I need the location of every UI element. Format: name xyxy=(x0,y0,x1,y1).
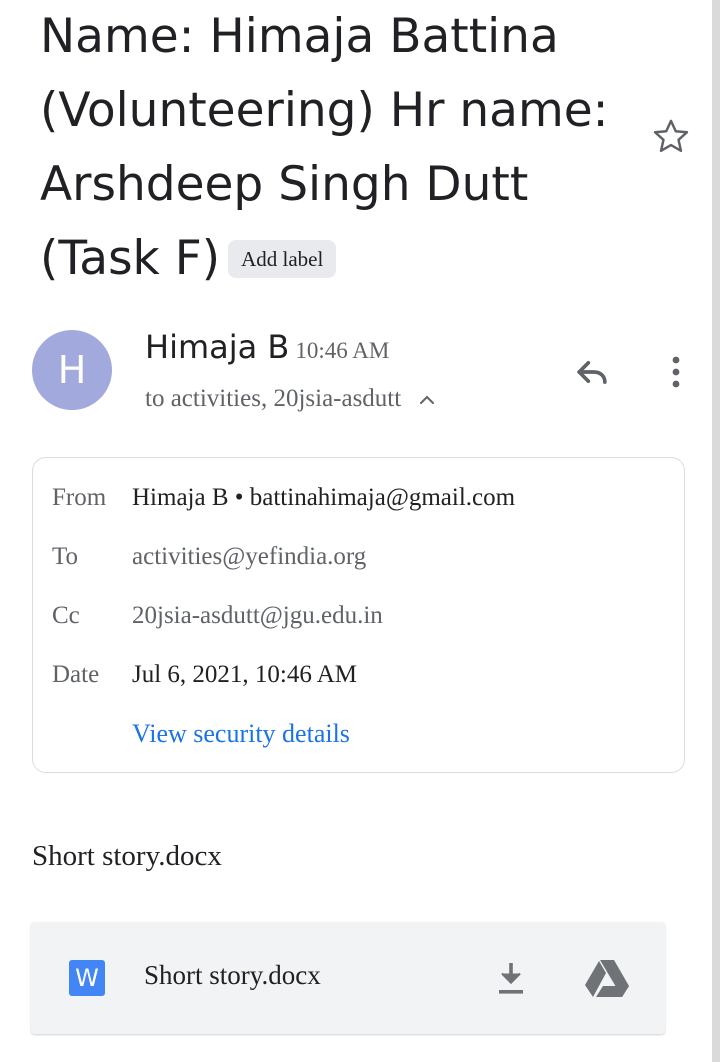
star-outline-icon[interactable] xyxy=(650,116,692,158)
drive-icon[interactable] xyxy=(584,958,630,998)
from-value: Himaja B • battinahimaja@gmail.com xyxy=(132,484,516,511)
subject-line-1: Name: Himaja Battina xyxy=(40,9,559,64)
subject-line-3: Arshdeep Singh Dutt xyxy=(40,157,529,212)
attachment-card[interactable]: W Short story.docx xyxy=(31,922,665,1034)
more-vert-icon[interactable] xyxy=(660,350,692,394)
from-row: From Himaja B • battinahimaja@gmail.com xyxy=(52,484,515,512)
sender-name: Himaja B xyxy=(145,328,290,366)
attachment-file-name: Short story.docx xyxy=(144,960,321,990)
reply-icon[interactable] xyxy=(570,350,614,394)
email-subject: Name: Himaja Battina (Volunteering) Hr n… xyxy=(40,0,630,296)
to-row: To activities@yefindia.org xyxy=(52,543,366,571)
subject-line-4-text: (Task F) xyxy=(40,231,221,286)
word-doc-icon: W xyxy=(69,960,105,996)
view-security-details-link[interactable]: View security details xyxy=(132,719,350,748)
email-view: Name: Himaja Battina (Volunteering) Hr n… xyxy=(0,0,720,1062)
avatar[interactable]: H xyxy=(32,330,112,410)
attachment-title: Short story.docx xyxy=(32,840,222,872)
from-label: From xyxy=(52,484,107,511)
subject-line-2: (Volunteering) Hr name: xyxy=(40,83,609,138)
message-time: 10:46 AM xyxy=(295,338,390,363)
to-label: To xyxy=(52,543,79,570)
cc-label: Cc xyxy=(52,602,80,629)
download-icon[interactable] xyxy=(493,958,529,998)
date-row: Date Jul 6, 2021, 10:46 AM xyxy=(52,661,357,689)
date-label: Date xyxy=(52,661,100,688)
sender-line: Himaja B 10:46 AM xyxy=(145,328,389,366)
scrollbar[interactable] xyxy=(712,0,720,1062)
date-value: Jul 6, 2021, 10:46 AM xyxy=(132,661,358,688)
recipients-summary: to activities, 20jsia-asdutt xyxy=(145,385,402,412)
cc-row: Cc 20jsia-asdutt@jgu.edu.in xyxy=(52,602,383,630)
recipients-toggle[interactable]: to activities, 20jsia-asdutt xyxy=(145,385,439,413)
to-value: activities@yefindia.org xyxy=(132,543,367,570)
chevron-up-icon xyxy=(420,395,435,405)
message-details-card: From Himaja B • battinahimaja@gmail.com T… xyxy=(32,457,685,773)
security-row: View security details xyxy=(132,719,350,749)
subject-line-4: (Task F) Add label xyxy=(40,222,630,296)
add-label-button[interactable]: Add label xyxy=(228,240,337,278)
cc-value: 20jsia-asdutt@jgu.edu.in xyxy=(132,602,383,629)
